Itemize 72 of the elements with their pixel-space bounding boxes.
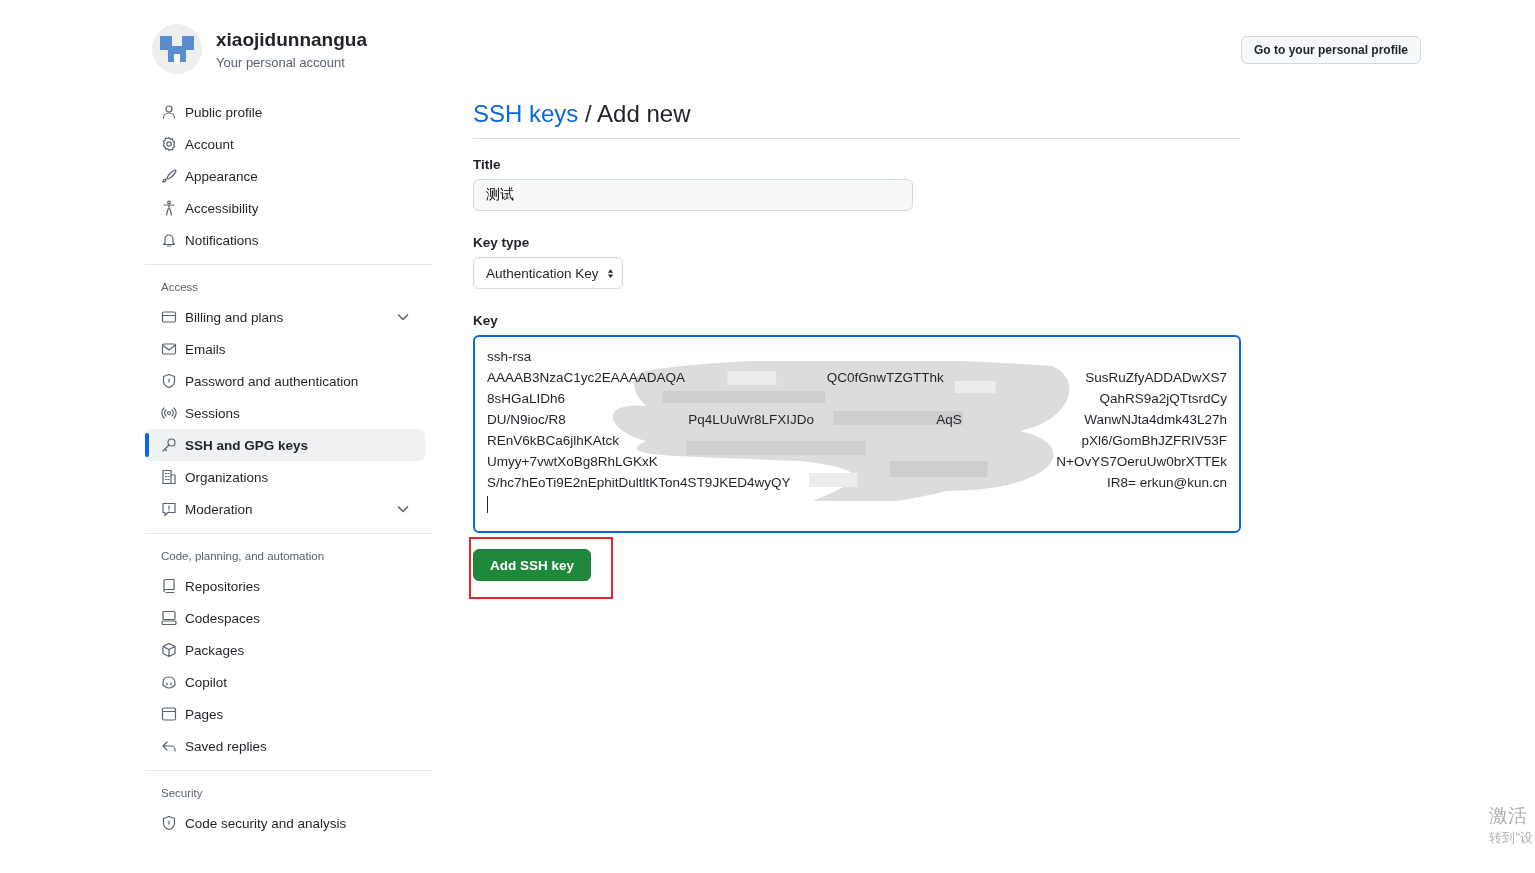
key-icon — [161, 437, 177, 453]
key-text: ssh-rsa — [487, 348, 532, 366]
key-text: DU/N9ioc/R8 — [487, 411, 566, 429]
key-text: QC0fGnwTZGTThk — [826, 369, 944, 387]
avatar-icon — [152, 24, 202, 74]
section-heading: Security — [160, 786, 204, 801]
brush-icon — [161, 168, 177, 184]
sidebar-item[interactable]: Emails — [145, 333, 425, 365]
sidebar-item[interactable]: Pages — [145, 698, 425, 730]
key-text: N+OvYS7OeruUw0brXTTEk — [1056, 453, 1227, 471]
envelope-icon — [161, 341, 177, 357]
sidebar-item[interactable]: Account — [145, 128, 425, 160]
key-text: REnV6kBCa6jlhKAtck — [487, 432, 620, 450]
account-name: xiaojidunnangua — [216, 28, 367, 51]
page-title: / Add new — [585, 100, 691, 127]
sidebar-item[interactable]: Moderation — [145, 493, 425, 525]
bell-icon — [161, 232, 177, 248]
ssh-keys-link[interactable]: SSH keys — [473, 100, 579, 127]
sidebar-item[interactable]: Billing and plans — [145, 301, 425, 333]
sidebar-item[interactable]: Packages — [145, 634, 425, 666]
section-heading: Access — [160, 280, 200, 295]
shield-icon — [161, 815, 177, 831]
key-text: Umyy+7vwtXoBg8RhLGKxK — [487, 453, 658, 471]
sidebar-item[interactable]: Password and authentication — [145, 365, 425, 397]
add-ssh-key-button[interactable]: Add SSH key — [473, 549, 592, 581]
up-down-arrows-icon — [606, 267, 614, 279]
person-icon — [161, 104, 177, 120]
key-text: AqS — [936, 411, 962, 429]
key-text: Pq4LUuWr8LFXIJDo — [688, 411, 814, 429]
book-icon — [161, 578, 177, 594]
field-label: Key — [473, 313, 499, 328]
account-subtitle: Your personal account — [216, 54, 346, 70]
key-text: SusRuZfyADDADwXS7 — [1085, 369, 1227, 387]
activation-notice: 激活 — [1489, 804, 1529, 828]
broadcast-icon — [161, 405, 177, 421]
settings-icon — [161, 136, 177, 152]
activation-hint: 转到"设 — [1489, 829, 1533, 847]
sidebar-item[interactable]: Appearance — [145, 160, 425, 192]
key-field[interactable] — [473, 335, 1241, 533]
profile-button[interactable]: Go to your personal profile — [1241, 36, 1421, 64]
title-field[interactable]: 测试 — [473, 179, 913, 211]
browser-window-icon — [161, 706, 177, 722]
sidebar-item[interactable]: Copilot — [145, 666, 425, 698]
speech-bubble-icon — [161, 501, 177, 517]
accessibility-icon — [161, 200, 177, 216]
building-icon — [161, 469, 177, 485]
shield-icon — [161, 373, 177, 389]
laptop-icon — [161, 610, 177, 626]
sidebar-item[interactable]: SSH and GPG keys — [145, 429, 425, 461]
credit-card-icon — [161, 309, 177, 325]
key-text: WanwNJta4dmk43L27h — [1084, 411, 1227, 429]
field-label: Title — [473, 157, 502, 172]
key-text: pXl6/GomBhJZFRIV53F — [1081, 432, 1227, 450]
box-icon — [161, 642, 177, 658]
field-label: Key type — [473, 235, 531, 250]
section-heading: Code, planning, and automation — [160, 549, 326, 564]
sidebar-item[interactable]: Codespaces — [145, 602, 425, 634]
sidebar-item[interactable]: Saved replies — [145, 730, 425, 762]
sidebar-item[interactable]: Accessibility — [145, 192, 425, 224]
key-text: AAAAB3NzaC1yc2EAAAADAQA — [487, 369, 686, 387]
key-text: 8sHGaLIDh6 — [487, 390, 566, 408]
sidebar-item[interactable]: Repositories — [145, 570, 425, 602]
sidebar-item[interactable]: Notifications — [145, 224, 425, 256]
robot-icon — [161, 674, 177, 690]
key-text: S/hc7hEoTi9E2nEphitDultltKTon4ST9JKED4wyQY — [487, 474, 791, 492]
key-type-select[interactable]: Authentication Key — [473, 257, 623, 289]
sidebar-item[interactable]: Sessions — [145, 397, 425, 429]
sidebar-item[interactable]: Public profile — [145, 96, 425, 128]
key-text: IR8= erkun@kun.cn — [1107, 474, 1227, 492]
sidebar-item[interactable]: Code security and analysis — [145, 807, 425, 839]
sidebar-item[interactable]: Organizations — [145, 461, 425, 493]
key-text: QahRS9a2jQTtsrdCy — [1099, 390, 1227, 408]
